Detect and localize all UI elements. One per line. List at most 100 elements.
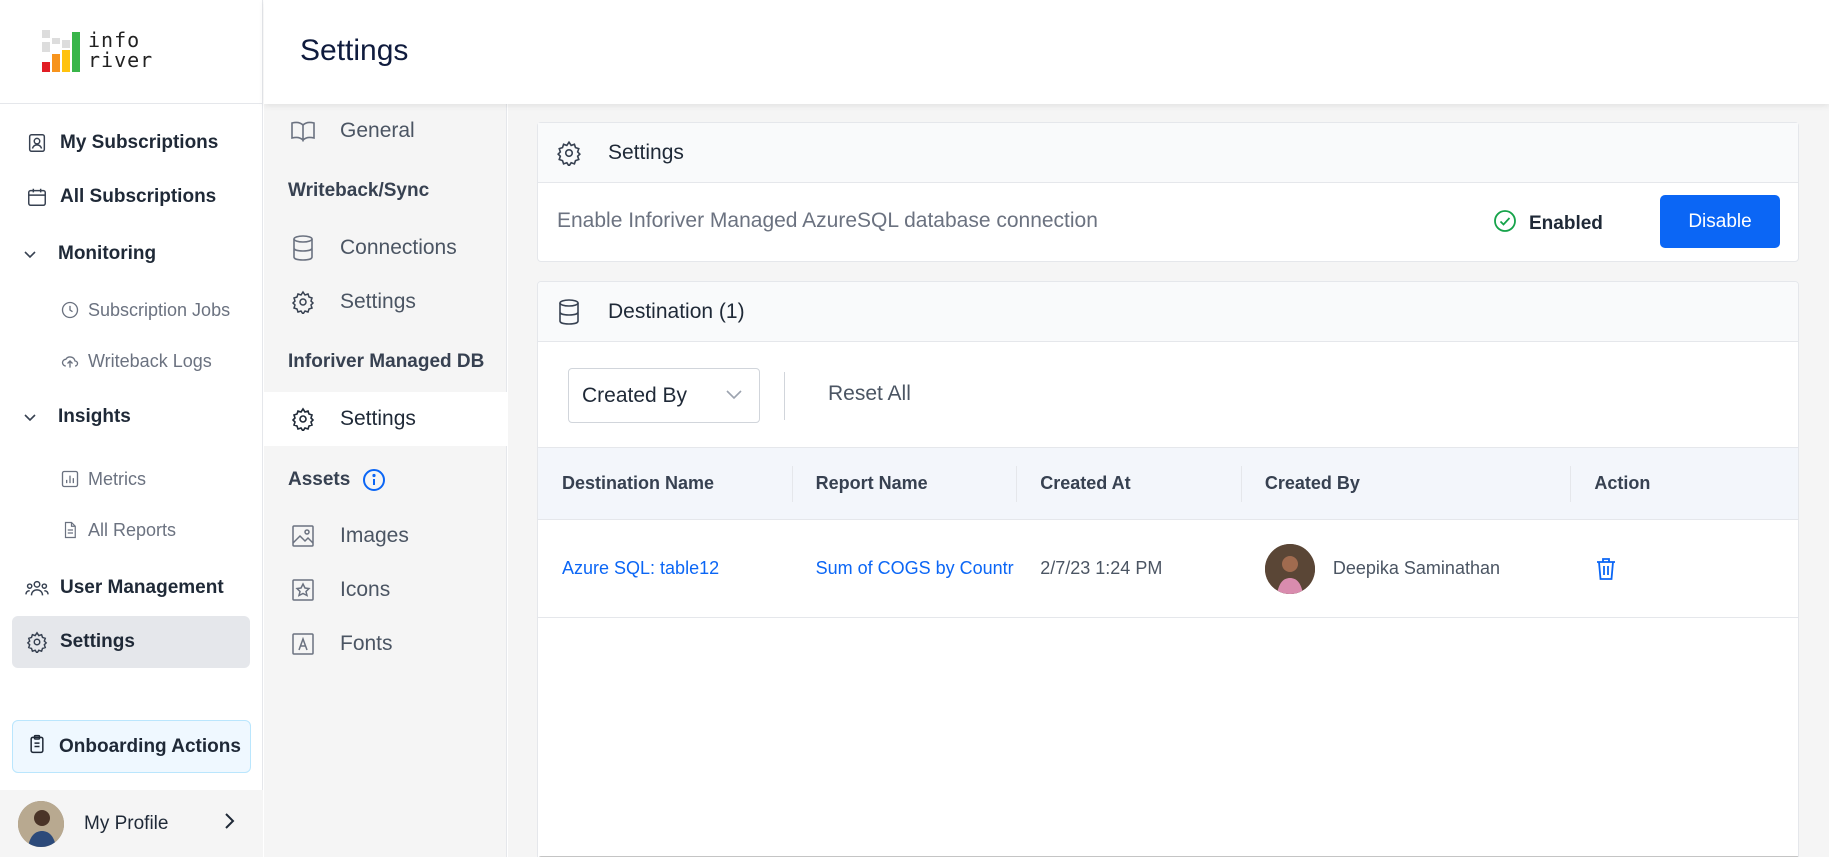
- settings-card: Settings Enable Inforiver Managed AzureS…: [537, 122, 1799, 262]
- destination-link[interactable]: Azure SQL: table12: [562, 558, 719, 579]
- subnav-label: Settings: [340, 407, 416, 430]
- nav-label: Insights: [58, 406, 131, 427]
- cell-created-by: Deepika Saminathan: [1241, 520, 1570, 617]
- nav-group-insights[interactable]: Insights: [22, 397, 131, 437]
- chevron-down-icon: [22, 409, 52, 425]
- subnav-label: Settings: [340, 290, 416, 313]
- gear-icon: [288, 287, 318, 317]
- subnav-general[interactable]: General: [264, 104, 507, 158]
- chevron-right-icon: [223, 812, 235, 835]
- nav-all-subscriptions[interactable]: All Subscriptions: [12, 171, 250, 223]
- settings-card-header: Settings: [538, 123, 1798, 183]
- filter-row: Created By Reset All: [538, 342, 1798, 448]
- subnav-heading-label: Assets: [288, 469, 351, 490]
- nav-label: User Management: [60, 577, 224, 598]
- subnav-icons[interactable]: Icons: [264, 563, 507, 617]
- reset-all-button[interactable]: Reset All: [828, 382, 911, 406]
- subnav-label: General: [340, 119, 415, 142]
- destination-card-header: Destination (1): [538, 282, 1798, 342]
- column-header-created-at[interactable]: Created At: [1016, 448, 1241, 519]
- avatar: [1264, 543, 1315, 594]
- gear-icon: [24, 629, 50, 655]
- page-header: Settings: [264, 0, 1829, 104]
- subnav-label: Fonts: [340, 632, 393, 655]
- cell-created-at: 2/7/23 1:24 PM: [1040, 558, 1163, 578]
- table-row: Azure SQL: table12 Sum of COGS by Countr…: [538, 520, 1798, 618]
- star-frame-icon: [288, 575, 318, 605]
- column-header-report[interactable]: Report Name: [791, 448, 1017, 519]
- logo-text: info river: [88, 28, 154, 72]
- nav-label: All Reports: [88, 519, 177, 540]
- subnav-label: Connections: [340, 236, 457, 259]
- info-icon[interactable]: [362, 468, 386, 492]
- settings-card-title: Settings: [608, 140, 684, 164]
- nav-all-reports[interactable]: All Reports: [58, 510, 176, 550]
- nav-label: Metrics: [88, 468, 146, 489]
- trash-icon[interactable]: [1594, 556, 1618, 582]
- subnav-heading-managed-db: Inforiver Managed DB: [288, 351, 485, 372]
- created-by-filter[interactable]: Created By: [568, 368, 760, 423]
- nav-metrics[interactable]: Metrics: [58, 459, 146, 499]
- nav-label: Settings: [60, 631, 135, 652]
- status-badge: Enabled: [1493, 209, 1603, 238]
- logo-mark-icon: [42, 30, 82, 72]
- main-content: Settings Enable Inforiver Managed AzureS…: [508, 104, 1829, 857]
- cell-action: [1570, 520, 1798, 617]
- nav-subscription-jobs[interactable]: Subscription Jobs: [58, 290, 230, 330]
- bar-chart-icon: [58, 467, 82, 491]
- app-root: info river My Subscriptions All Subscrip…: [0, 0, 1829, 857]
- report-link[interactable]: Sum of COGS by Countr: [816, 558, 1014, 579]
- cloud-upload-icon: [58, 349, 82, 373]
- nav-group-monitoring[interactable]: Monitoring: [22, 234, 156, 274]
- my-profile-button[interactable]: My Profile: [0, 790, 263, 857]
- subnav-fonts[interactable]: Fonts: [264, 617, 507, 671]
- table-header: Destination Name Report Name Created At …: [538, 448, 1798, 520]
- font-file-icon: [288, 629, 318, 659]
- logo: info river: [0, 0, 262, 104]
- subnav-writeback-settings[interactable]: Settings: [264, 275, 507, 329]
- subnav-managed-db-settings[interactable]: Settings: [264, 392, 507, 446]
- filter-divider: [784, 372, 785, 420]
- gear-icon: [554, 138, 584, 168]
- destination-card-title: Destination (1): [608, 299, 745, 323]
- database-icon: [554, 297, 584, 327]
- nav-settings[interactable]: Settings: [12, 616, 250, 668]
- nav-label: All Subscriptions: [60, 186, 217, 207]
- created-by-name: Deepika Saminathan: [1332, 558, 1500, 578]
- subnav-label: Icons: [340, 578, 391, 601]
- nav-label: Writeback Logs: [88, 350, 212, 371]
- clock-icon: [58, 298, 82, 322]
- onboarding-actions-button[interactable]: Onboarding Actions: [12, 720, 251, 773]
- image-icon: [288, 521, 318, 551]
- check-circle-icon: [1493, 209, 1517, 238]
- document-icon: [58, 518, 82, 542]
- nav-label: Monitoring: [58, 243, 157, 264]
- column-header-created-by[interactable]: Created By: [1240, 448, 1570, 519]
- column-header-action: Action: [1570, 448, 1798, 519]
- page-title: Settings: [300, 34, 409, 67]
- book-open-icon: [288, 116, 318, 146]
- settings-subnav: General Writeback/Sync Connections Setti…: [264, 104, 507, 857]
- gear-icon: [288, 404, 318, 434]
- nav-user-management[interactable]: User Management: [12, 562, 250, 614]
- status-label: Enabled: [1529, 212, 1603, 234]
- subnav-images[interactable]: Images: [264, 509, 507, 563]
- onboarding-label: Onboarding Actions: [59, 735, 241, 757]
- subnav-heading-assets: Assets: [288, 468, 386, 492]
- profile-label: My Profile: [84, 812, 169, 834]
- disable-button[interactable]: Disable: [1660, 195, 1780, 248]
- chevron-down-icon: [725, 387, 743, 405]
- avatar: [18, 800, 64, 847]
- cell-report: Sum of COGS by Countr: [792, 520, 1017, 617]
- enable-row: Enable Inforiver Managed AzureSQL databa…: [538, 183, 1798, 261]
- subnav-heading-writeback: Writeback/Sync: [288, 180, 430, 201]
- cell-destination: Azure SQL: table12: [538, 520, 792, 617]
- subnav-label: Images: [340, 524, 409, 547]
- nav-my-subscriptions[interactable]: My Subscriptions: [12, 117, 250, 169]
- nav-label: Subscription Jobs: [88, 299, 231, 320]
- nav-writeback-logs[interactable]: Writeback Logs: [58, 341, 212, 381]
- chevron-down-icon: [22, 246, 52, 262]
- enable-description: Enable Inforiver Managed AzureSQL databa…: [557, 209, 1098, 232]
- column-header-destination[interactable]: Destination Name: [538, 448, 792, 519]
- subnav-connections[interactable]: Connections: [264, 221, 507, 275]
